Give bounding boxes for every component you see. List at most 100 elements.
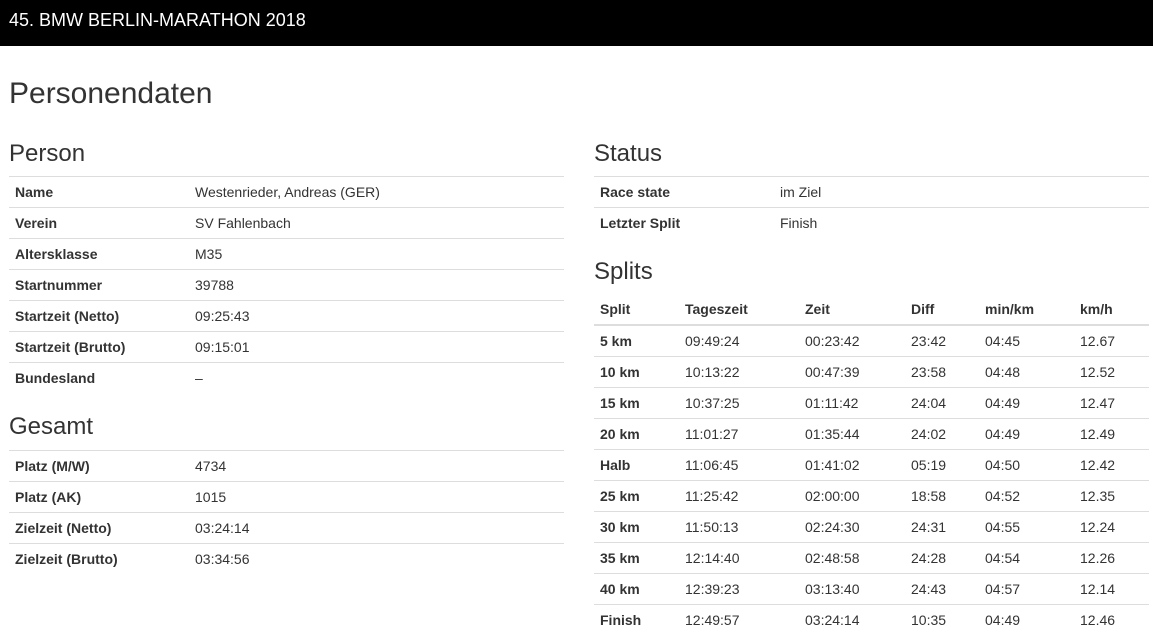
- row-value: –: [189, 362, 564, 393]
- row-value: M35: [189, 238, 564, 270]
- row-label: Startzeit (Netto): [9, 300, 189, 332]
- split-pace: 04:55: [979, 511, 1074, 543]
- split-label: Halb: [594, 449, 679, 481]
- split-daytime: 11:25:42: [679, 480, 799, 512]
- split-daytime: 12:39:23: [679, 573, 799, 605]
- split-label: 5 km: [594, 324, 679, 357]
- top-header-bar: 45. BMW BERLIN-MARATHON 2018: [0, 0, 1153, 46]
- split-speed: 12.52: [1074, 356, 1149, 388]
- split-diff: 05:19: [905, 449, 979, 481]
- split-daytime: 11:01:27: [679, 418, 799, 450]
- split-pace: 04:45: [979, 324, 1074, 357]
- column-header: Zeit: [799, 294, 905, 326]
- table-row: Zielzeit (Brutto) 03:34:56: [9, 543, 564, 574]
- row-label: Altersklasse: [9, 238, 189, 270]
- split-diff: 24:28: [905, 542, 979, 574]
- split-speed: 12.24: [1074, 511, 1149, 543]
- split-pace: 04:48: [979, 356, 1074, 388]
- event-title: 45. BMW BERLIN-MARATHON 2018: [9, 10, 306, 30]
- column-header: km/h: [1074, 294, 1149, 326]
- split-diff: 18:58: [905, 480, 979, 512]
- row-value: Westenrieder, Andreas (GER): [189, 176, 564, 208]
- page-title: Personendaten: [9, 77, 213, 110]
- split-pace: 04:49: [979, 604, 1074, 635]
- gesamt-heading: Gesamt: [9, 413, 94, 440]
- column-header: min/km: [979, 294, 1074, 326]
- status-heading: Status: [594, 140, 663, 167]
- split-daytime: 10:37:25: [679, 387, 799, 419]
- split-daytime: 10:13:22: [679, 356, 799, 388]
- splits-header-row: Split Tageszeit Zeit Diff min/km km/h: [594, 294, 1149, 326]
- split-pace: 04:57: [979, 573, 1074, 605]
- split-diff: 24:31: [905, 511, 979, 543]
- row-label: Bundesland: [9, 362, 189, 393]
- split-diff: 23:58: [905, 356, 979, 388]
- split-time: 00:23:42: [799, 324, 905, 357]
- status-table: Race state im Ziel Letzter Split Finish: [594, 176, 1149, 238]
- split-speed: 12.47: [1074, 387, 1149, 419]
- row-label: Verein: [9, 207, 189, 239]
- split-diff: 24:04: [905, 387, 979, 419]
- person-table: Name Westenrieder, Andreas (GER) Verein SV…: [9, 176, 564, 393]
- table-row: Altersklasse M35: [9, 238, 564, 270]
- row-value: 09:15:01: [189, 331, 564, 363]
- split-time: 01:11:42: [799, 387, 905, 419]
- split-daytime: 11:50:13: [679, 511, 799, 543]
- split-time: 02:48:58: [799, 542, 905, 574]
- table-row: 30 km 11:50:13 02:24:30 24:31 04:55 12.2…: [594, 511, 1149, 543]
- table-row: Race state im Ziel: [594, 176, 1149, 208]
- table-row: Halb 11:06:45 01:41:02 05:19 04:50 12.42: [594, 449, 1149, 481]
- split-label: 15 km: [594, 387, 679, 419]
- split-time: 01:35:44: [799, 418, 905, 450]
- split-label: 10 km: [594, 356, 679, 388]
- split-time: 03:13:40: [799, 573, 905, 605]
- row-label: Letzter Split: [594, 207, 774, 238]
- row-label: Name: [9, 176, 189, 208]
- row-value: 4734: [189, 450, 564, 482]
- split-label: 20 km: [594, 418, 679, 450]
- row-label: Platz (AK): [9, 481, 189, 513]
- split-daytime: 12:49:57: [679, 604, 799, 635]
- split-time: 01:41:02: [799, 449, 905, 481]
- row-label: Race state: [594, 176, 774, 208]
- split-pace: 04:49: [979, 418, 1074, 450]
- row-label: Zielzeit (Brutto): [9, 543, 189, 574]
- split-pace: 04:52: [979, 480, 1074, 512]
- split-label: Finish: [594, 604, 679, 635]
- row-label: Startnummer: [9, 269, 189, 301]
- split-daytime: 09:49:24: [679, 324, 799, 357]
- split-time: 03:24:14: [799, 604, 905, 635]
- table-row: Letzter Split Finish: [594, 207, 1149, 238]
- table-row: Finish 12:49:57 03:24:14 10:35 04:49 12.…: [594, 604, 1149, 635]
- person-heading: Person: [9, 140, 86, 167]
- split-speed: 12.35: [1074, 480, 1149, 512]
- table-row: 40 km 12:39:23 03:13:40 24:43 04:57 12.1…: [594, 573, 1149, 605]
- split-time: 02:00:00: [799, 480, 905, 512]
- row-value: Finish: [774, 207, 1149, 238]
- split-daytime: 12:14:40: [679, 542, 799, 574]
- split-diff: 23:42: [905, 324, 979, 357]
- table-row: 20 km 11:01:27 01:35:44 24:02 04:49 12.4…: [594, 418, 1149, 450]
- split-speed: 12.26: [1074, 542, 1149, 574]
- row-value: 03:34:56: [189, 543, 564, 574]
- split-speed: 12.49: [1074, 418, 1149, 450]
- split-daytime: 11:06:45: [679, 449, 799, 481]
- row-value: SV Fahlenbach: [189, 207, 564, 239]
- split-time: 02:24:30: [799, 511, 905, 543]
- splits-table: Split Tageszeit Zeit Diff min/km km/h 5 …: [594, 294, 1149, 635]
- table-row: Startnummer 39788: [9, 269, 564, 301]
- split-label: 40 km: [594, 573, 679, 605]
- row-value: 03:24:14: [189, 512, 564, 544]
- table-row: Startzeit (Netto) 09:25:43: [9, 300, 564, 332]
- splits-heading: Splits: [594, 258, 653, 285]
- split-speed: 12.42: [1074, 449, 1149, 481]
- row-value: im Ziel: [774, 176, 1149, 208]
- column-header: Diff: [905, 294, 979, 326]
- split-pace: 04:54: [979, 542, 1074, 574]
- row-value: 1015: [189, 481, 564, 513]
- split-time: 00:47:39: [799, 356, 905, 388]
- table-row: 15 km 10:37:25 01:11:42 24:04 04:49 12.4…: [594, 387, 1149, 419]
- split-label: 30 km: [594, 511, 679, 543]
- split-diff: 24:43: [905, 573, 979, 605]
- column-header: Tageszeit: [679, 294, 799, 326]
